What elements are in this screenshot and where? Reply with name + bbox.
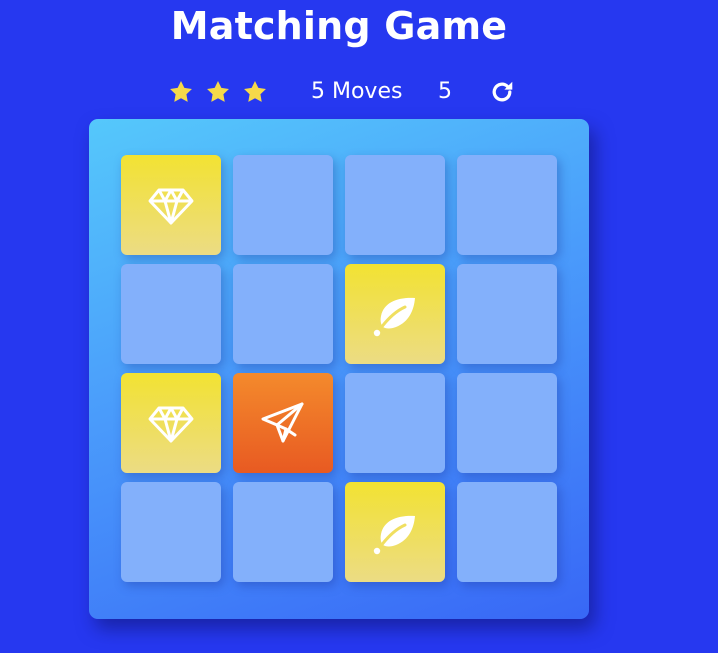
card[interactable] <box>233 482 333 582</box>
restart-button[interactable] <box>489 79 515 105</box>
leaf-icon <box>370 507 420 557</box>
card[interactable] <box>345 155 445 255</box>
star-icon <box>168 79 196 105</box>
leaf-icon <box>370 289 420 339</box>
moves-counter: 5 Moves <box>311 79 403 104</box>
star-rating <box>168 79 279 105</box>
card[interactable] <box>457 373 557 473</box>
timer: 5 <box>438 79 452 104</box>
card[interactable] <box>233 373 333 473</box>
card[interactable] <box>233 155 333 255</box>
diamond-icon <box>146 180 196 230</box>
card[interactable] <box>345 373 445 473</box>
card[interactable] <box>121 264 221 364</box>
game-container: Matching Game 5 Moves 5 <box>0 0 718 653</box>
page-title: Matching Game <box>170 4 508 48</box>
star-icon <box>242 79 270 105</box>
paper-plane-icon <box>258 398 308 448</box>
card[interactable] <box>233 264 333 364</box>
card[interactable] <box>457 155 557 255</box>
card[interactable] <box>345 264 445 364</box>
score-panel: 5 Moves 5 <box>0 72 718 112</box>
card[interactable] <box>121 373 221 473</box>
card[interactable] <box>121 482 221 582</box>
card[interactable] <box>457 482 557 582</box>
card[interactable] <box>457 264 557 364</box>
card[interactable] <box>345 482 445 582</box>
card[interactable] <box>121 155 221 255</box>
diamond-icon <box>146 398 196 448</box>
card-deck <box>89 119 589 619</box>
restart-icon <box>489 79 515 105</box>
star-icon <box>205 79 233 105</box>
